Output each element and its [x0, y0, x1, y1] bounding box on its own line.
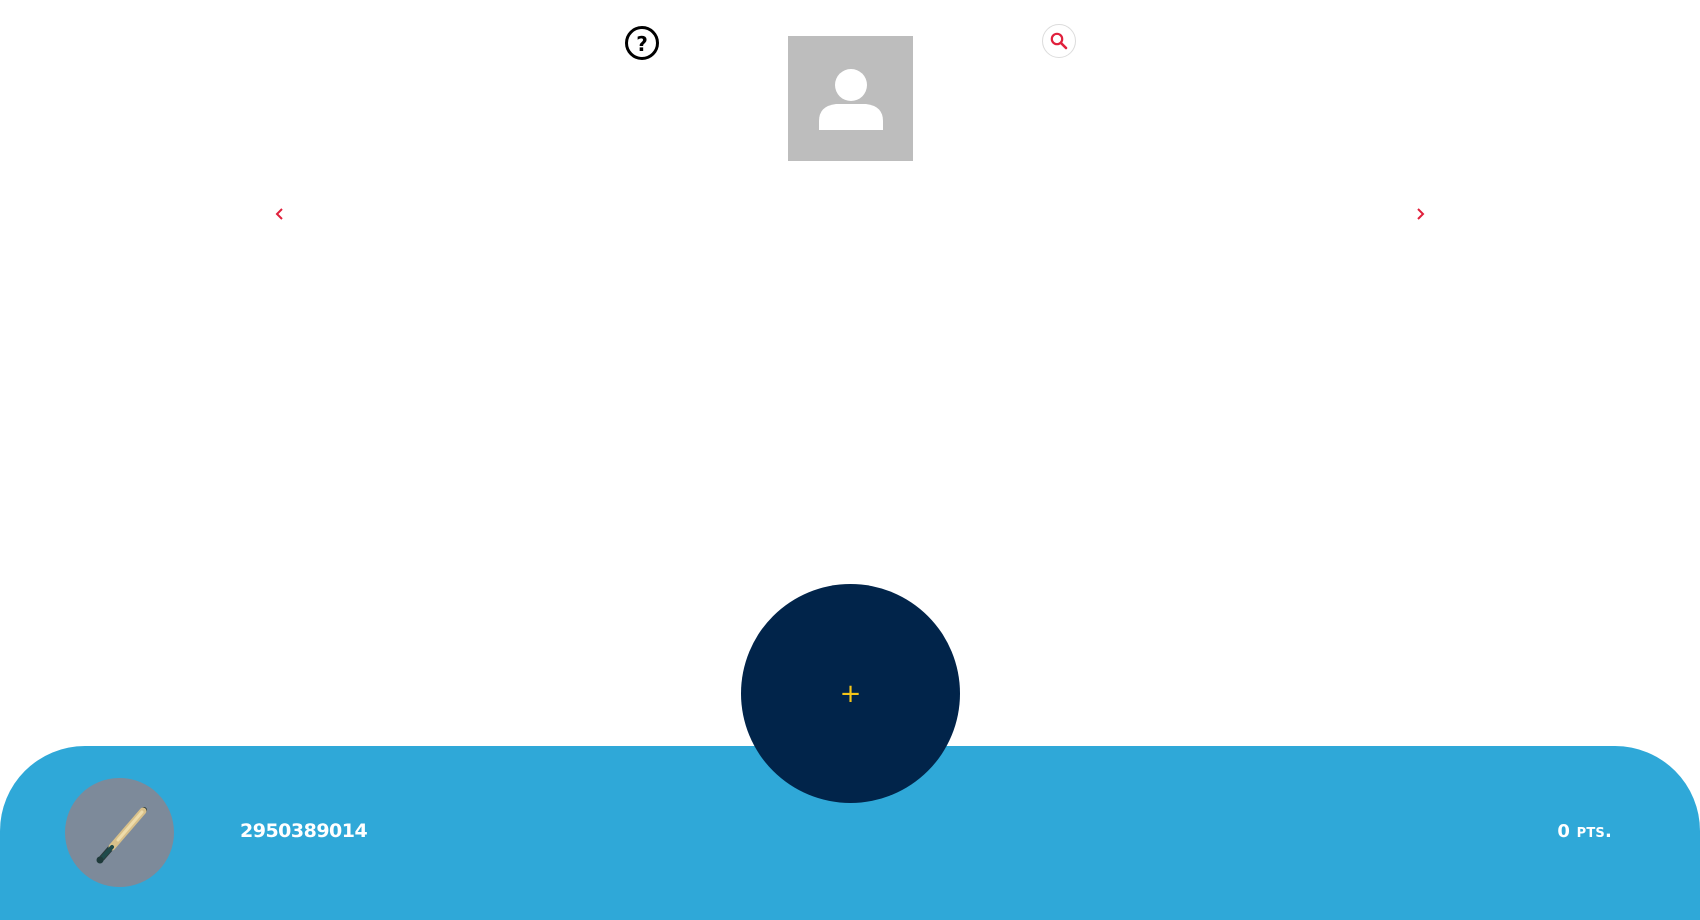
add-button[interactable]: +	[741, 584, 960, 803]
question-circle-icon: ?	[636, 31, 648, 56]
page: ? 2950389014 0 pts. +	[0, 0, 1700, 920]
carousel-prev-button[interactable]	[270, 204, 290, 224]
search-icon	[1050, 32, 1068, 50]
user-avatar[interactable]	[65, 778, 174, 887]
plus-icon: +	[839, 678, 862, 709]
baseball-bat-icon	[96, 806, 147, 863]
user-id: 2950389014	[240, 820, 368, 842]
search-button[interactable]	[1042, 24, 1076, 58]
chevron-left-icon	[275, 208, 283, 220]
chevron-right-icon	[1417, 208, 1425, 220]
person-placeholder-icon	[818, 68, 883, 130]
carousel-next-button[interactable]	[1410, 204, 1430, 224]
points-value: 0 pts.	[1557, 821, 1612, 842]
profile-avatar[interactable]	[788, 36, 913, 161]
help-button[interactable]: ?	[625, 26, 659, 60]
